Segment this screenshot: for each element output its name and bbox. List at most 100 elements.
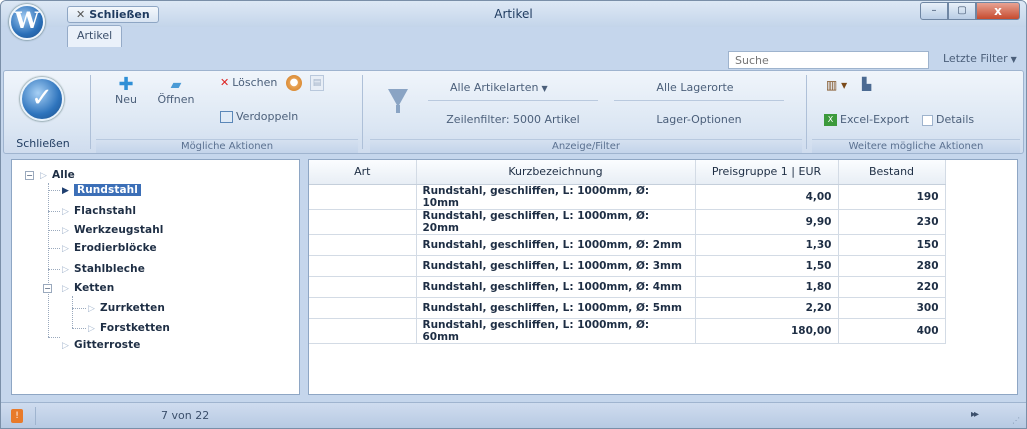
cell-art bbox=[309, 318, 417, 344]
tree-connector bbox=[48, 269, 60, 270]
cell-stock: 280 bbox=[838, 255, 946, 277]
cell-name: Rundstahl, geschliffen, L: 1000mm, Ø: 5m… bbox=[416, 297, 696, 319]
divider-line bbox=[614, 100, 784, 101]
resize-grip-icon[interactable]: ⋰ bbox=[1012, 416, 1020, 425]
search-input[interactable] bbox=[728, 51, 929, 69]
collapse-root-icon[interactable]: − bbox=[25, 171, 34, 180]
last-filter-dropdown[interactable]: Letzte Filter ▼ bbox=[943, 52, 1017, 65]
node-triangle-icon: ▷ bbox=[62, 207, 70, 217]
cell-name: Rundstahl, geschliffen, L: 1000mm, Ø: 20… bbox=[416, 209, 696, 235]
close-large-label[interactable]: Schließen bbox=[8, 137, 78, 150]
collapse-ketten-icon[interactable]: − bbox=[43, 284, 52, 293]
cell-art bbox=[309, 276, 417, 298]
duplicate-icon bbox=[220, 111, 233, 123]
info-icon[interactable]: ! bbox=[11, 409, 23, 423]
tree-node-erodierbloecke[interactable]: ▷ Erodierblöcke bbox=[62, 240, 157, 256]
cell-price: 9,90 bbox=[695, 209, 839, 235]
tree-connector bbox=[48, 211, 60, 212]
node-triangle-icon: ▷ bbox=[62, 226, 70, 236]
document-icon[interactable]: ▤ bbox=[310, 75, 324, 91]
cell-art bbox=[309, 209, 417, 235]
application-window: ✕Schließen Artikel – ▢ x W Artikel Letzt… bbox=[0, 0, 1027, 429]
tree-node-label: Alle bbox=[52, 169, 75, 181]
group-divider bbox=[362, 75, 363, 149]
cell-name: Rundstahl, geschliffen, L: 1000mm, Ø: 2m… bbox=[416, 234, 696, 256]
column-header-art[interactable]: Art bbox=[309, 160, 417, 185]
close-large-icon[interactable]: ✓ bbox=[20, 77, 64, 121]
cell-price: 180,00 bbox=[695, 318, 839, 344]
tree-node-flachstahl[interactable]: ▷ Flachstahl bbox=[62, 203, 136, 219]
next-arrows-icon[interactable]: ▸▸ bbox=[971, 409, 979, 420]
tree-node-rundstahl[interactable]: ▶ Rundstahl bbox=[62, 182, 141, 198]
tab-strip bbox=[1, 27, 1026, 49]
new-button[interactable]: ✚ Neu bbox=[106, 74, 146, 107]
cell-price: 1,80 bbox=[695, 276, 839, 298]
tools-dropdown-icon[interactable]: ▥ ▾ bbox=[826, 78, 847, 92]
node-triangle-icon: ▷ bbox=[88, 304, 96, 314]
details-label: Details bbox=[936, 113, 975, 126]
minimize-button[interactable]: – bbox=[920, 2, 948, 20]
tab-artikel[interactable]: Artikel bbox=[67, 25, 123, 47]
stores-dropdown[interactable]: Alle Lagerorte bbox=[610, 81, 780, 94]
tree-node-label: Erodierblöcke bbox=[74, 242, 157, 254]
cell-art bbox=[309, 184, 417, 210]
tree-node-werkzeugstahl[interactable]: ▷ Werkzeugstahl bbox=[62, 222, 163, 238]
tree-node-zurrketten[interactable]: ▷ Zurrketten bbox=[88, 300, 165, 316]
new-label: Neu bbox=[115, 93, 137, 106]
tree-node-stahlbleche[interactable]: ▷ Stahlbleche bbox=[62, 261, 145, 277]
status-flag-icon[interactable]: ● bbox=[286, 75, 302, 91]
table-row[interactable]: Rundstahl, geschliffen, L: 1000mm, Ø: 60… bbox=[309, 318, 946, 344]
tree-connector bbox=[72, 296, 73, 328]
table-row[interactable]: Rundstahl, geschliffen, L: 1000mm, Ø: 5m… bbox=[309, 297, 946, 319]
chevron-down-icon: ▼ bbox=[541, 84, 548, 93]
table-row[interactable]: Rundstahl, geschliffen, L: 1000mm, Ø: 20… bbox=[309, 209, 946, 235]
article-table: Art Kurzbezeichnung Preisgruppe 1 | EUR … bbox=[309, 160, 946, 344]
cell-stock: 230 bbox=[838, 209, 946, 235]
cell-name: Rundstahl, geschliffen, L: 1000mm, Ø: 3m… bbox=[416, 255, 696, 277]
cell-price: 2,20 bbox=[695, 297, 839, 319]
tree-node-ketten[interactable]: ▷ Ketten bbox=[62, 280, 114, 296]
printer-icon[interactable]: ▙ bbox=[862, 77, 871, 91]
cell-price: 4,00 bbox=[695, 184, 839, 210]
node-triangle-icon: ▷ bbox=[62, 284, 70, 294]
tree-node-forstketten[interactable]: ▷ Forstketten bbox=[88, 320, 170, 336]
column-header-stock[interactable]: Bestand bbox=[838, 160, 946, 185]
plus-icon: ✚ bbox=[118, 74, 134, 95]
application-menu-orb[interactable]: W bbox=[9, 4, 45, 40]
tree-node-root[interactable]: ▷ Alle bbox=[40, 167, 75, 183]
tree-node-label: Zurrketten bbox=[100, 302, 165, 314]
cell-name: Rundstahl, geschliffen, L: 1000mm, Ø: 60… bbox=[416, 318, 696, 344]
cell-art bbox=[309, 297, 417, 319]
article-types-label: Alle Artikelarten bbox=[450, 81, 539, 94]
ribbon-group-actions: ✚ Neu ▰ Öffnen ✕ Löschen ● ▤ Verdoppeln M… bbox=[96, 73, 358, 153]
table-row[interactable]: Rundstahl, geschliffen, L: 1000mm, Ø: 3m… bbox=[309, 255, 946, 277]
cell-price: 1,30 bbox=[695, 234, 839, 256]
table-row[interactable]: Rundstahl, geschliffen, L: 1000mm, Ø: 2m… bbox=[309, 234, 946, 256]
tree-connector bbox=[48, 248, 60, 249]
open-button[interactable]: ▰ Öffnen bbox=[154, 77, 198, 106]
tree-node-label: Ketten bbox=[74, 282, 115, 294]
duplicate-button[interactable]: Verdoppeln bbox=[220, 110, 298, 123]
column-header-kurzbezeichnung[interactable]: Kurzbezeichnung bbox=[416, 160, 696, 185]
store-options-button[interactable]: Lager-Optionen bbox=[614, 113, 784, 126]
tree-node-gitterroste[interactable]: ▷ Gitterroste bbox=[62, 337, 140, 353]
delete-label: Löschen bbox=[232, 76, 278, 89]
duplicate-label: Verdoppeln bbox=[236, 110, 299, 123]
excel-export-button[interactable]: X Excel-Export bbox=[824, 113, 909, 126]
ribbon-group-filter: Alle Artikelarten ▼ Alle Lagerorte Zeilen… bbox=[370, 73, 802, 153]
table-row[interactable]: Rundstahl, geschliffen, L: 1000mm, Ø: 4m… bbox=[309, 276, 946, 298]
table-row[interactable]: Rundstahl, geschliffen, L: 1000mm, Ø: 10… bbox=[309, 184, 946, 210]
ribbon-group-close: ✓ Schließen bbox=[8, 73, 86, 153]
tree-node-label: Gitterroste bbox=[74, 339, 141, 351]
cell-stock: 220 bbox=[838, 276, 946, 298]
article-types-dropdown[interactable]: Alle Artikelarten ▼ bbox=[450, 81, 610, 94]
details-checkbox[interactable]: Details bbox=[922, 113, 974, 126]
open-label: Öffnen bbox=[157, 93, 195, 106]
delete-button[interactable]: ✕ Löschen bbox=[220, 76, 277, 89]
close-window-button[interactable]: x bbox=[976, 2, 1020, 20]
tree-node-label: Flachstahl bbox=[74, 205, 137, 217]
excel-icon: X bbox=[824, 114, 837, 126]
maximize-button[interactable]: ▢ bbox=[948, 2, 976, 20]
column-header-price[interactable]: Preisgruppe 1 | EUR bbox=[695, 160, 839, 185]
row-filter-button[interactable]: Zeilenfilter: 5000 Artikel bbox=[428, 113, 598, 126]
